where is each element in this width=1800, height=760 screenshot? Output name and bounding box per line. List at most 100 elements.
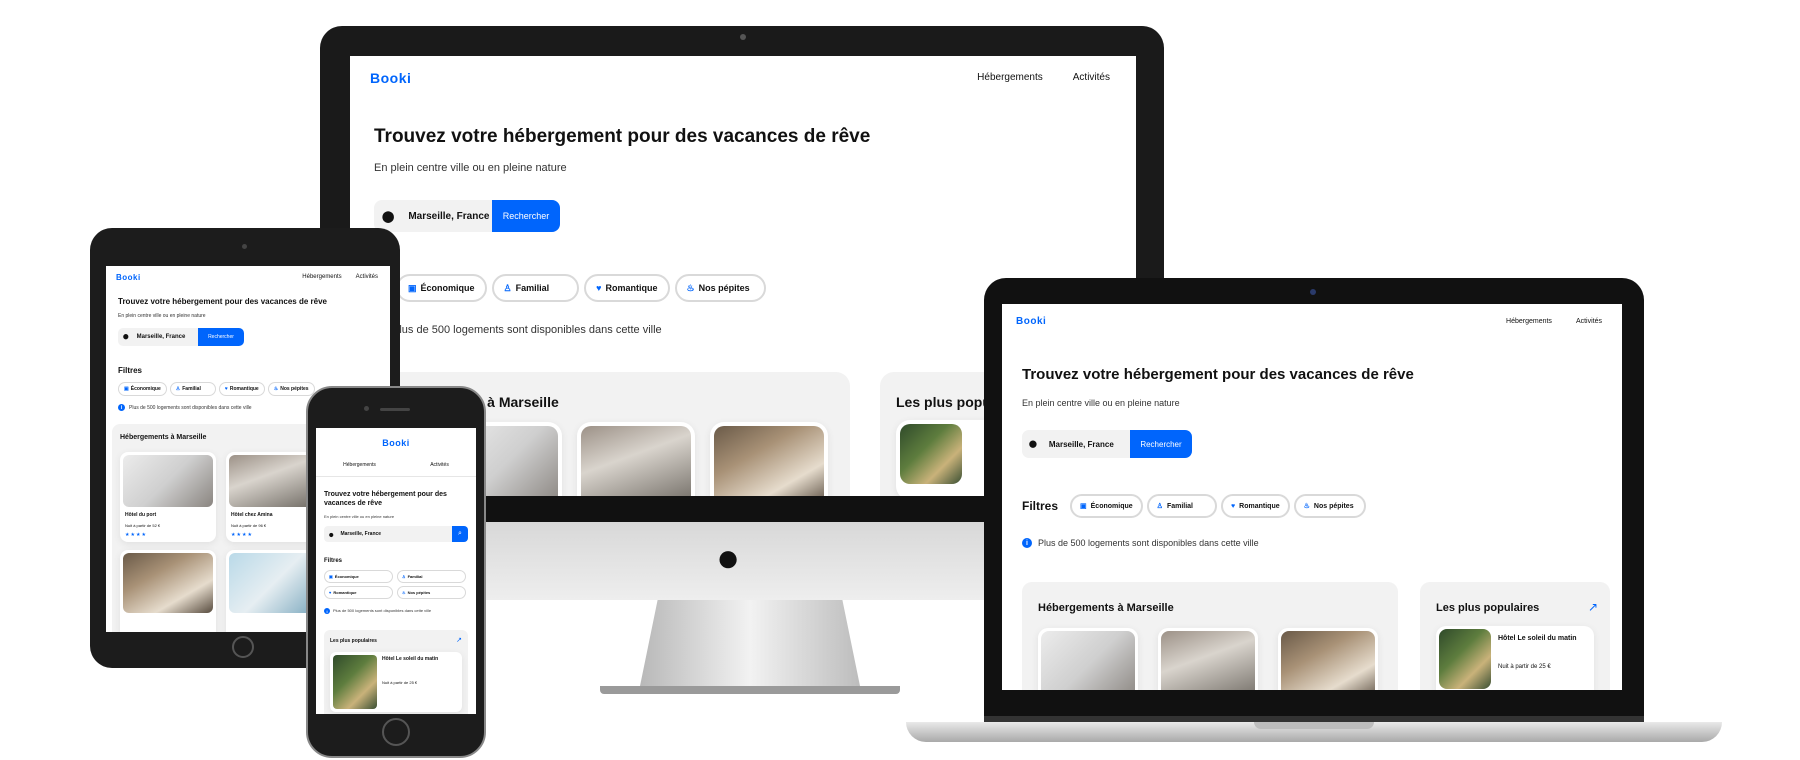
nav-link-activites[interactable]: Activités	[356, 274, 378, 280]
lodging-panel: Hébergements à Marseille	[1022, 582, 1398, 690]
main-nav: Hébergements Activités	[302, 274, 378, 280]
popular-price: Nuit à partir de 25 €	[382, 680, 418, 685]
child-icon: ♙	[175, 386, 181, 392]
child-icon: ♙	[1156, 503, 1163, 510]
search-input-value: Marseille, France	[1048, 439, 1114, 449]
search-button[interactable]: Rechercher	[1130, 430, 1192, 458]
search-input[interactable]: ⬤ Marseille, France	[324, 526, 452, 542]
search-input[interactable]: ⬤ Marseille, France	[118, 328, 198, 346]
fire-icon: ♨	[1303, 503, 1310, 510]
filters-row: Filtres ▣Économique ♙Familial ♥Romantiqu…	[350, 274, 766, 302]
hero-title: Trouvez votre hébergement pour des vacan…	[1022, 366, 1414, 383]
search-input[interactable]: ⬤ Marseille, France	[1022, 430, 1130, 458]
filter-nos-pepites[interactable]: ♨ Nos pépites	[397, 586, 466, 599]
search-bar: ⬤ Marseille, France Rechercher	[1022, 430, 1192, 458]
nav-link-hebergements[interactable]: Hébergements	[302, 274, 341, 280]
search-button[interactable]: Rechercher	[492, 200, 560, 232]
lodging-card[interactable]	[120, 550, 216, 632]
nav-link-hebergements[interactable]: Hébergements	[1506, 318, 1552, 325]
logo[interactable]: Booki	[116, 273, 141, 282]
nav-link-activites[interactable]: Activités	[1576, 318, 1602, 325]
tablet-home-button[interactable]	[232, 636, 254, 658]
info-icon: i	[118, 404, 125, 411]
imac-foot	[600, 686, 900, 694]
lodging-section-title: Hébergements à Marseille	[1038, 602, 1174, 614]
popular-section-title: Les plus populaires	[330, 638, 377, 644]
info-line: i Plus de 500 logements sont disponibles…	[1022, 538, 1259, 548]
location-pin-icon: ⬤	[123, 334, 129, 340]
logo[interactable]: Booki	[370, 70, 411, 86]
nav-link-activites[interactable]: Activités	[430, 462, 449, 468]
filter-familial[interactable]: ♙ Familial	[397, 570, 466, 583]
main-nav: Hébergements Activités	[977, 72, 1110, 83]
popular-panel: Les plus populaires ↗ Hôtel Le soleil du…	[324, 630, 468, 714]
info-text: Plus de 500 logements sont disponibles d…	[129, 404, 252, 411]
search-input[interactable]: ⬤ Marseille, France	[374, 200, 492, 232]
nav-link-activites[interactable]: Activités	[1073, 72, 1110, 83]
trend-chart-icon: ↗	[1587, 600, 1598, 614]
lodging-card[interactable]	[1038, 628, 1138, 690]
popular-section-title: Les plus populaires	[1436, 602, 1540, 614]
apple-logo-icon: ●	[716, 536, 741, 580]
heart-icon: ♥	[596, 283, 602, 293]
filter-economique[interactable]: ▣ Économique	[1070, 494, 1143, 518]
filter-familial[interactable]: ♙ Familial	[169, 382, 216, 396]
filter-romantique[interactable]: ♥ Romantique	[218, 382, 265, 396]
search-input-value: Marseille, France	[340, 531, 382, 537]
filters-grid: ▣ Économique ♙ Familial ♥ Romantique ♨ Nos p…	[324, 570, 470, 599]
filter-romantique[interactable]: ♥ Romantique	[584, 274, 670, 302]
filter-nos-pepites[interactable]: ♨ Nos pépites	[267, 382, 315, 396]
lodging-price: Nuit à partir de 96 €	[231, 523, 267, 528]
filters-row: Filtres ▣Économique ♙Familial ♥Romantiqu…	[1022, 494, 1366, 518]
lodging-name: Hôtel du port	[125, 512, 157, 518]
hero-title: Trouvez votre hébergement pour des vacan…	[324, 491, 447, 508]
filter-familial[interactable]: ♙ Familial	[1146, 494, 1218, 518]
lodging-card[interactable]: Hôtel du port Nuit à partir de 52 € ★★★★	[120, 452, 216, 542]
filter-nos-pepites[interactable]: ♨ Nos pépites	[674, 274, 766, 302]
logo[interactable]: Booki	[1016, 316, 1046, 327]
filter-economique[interactable]: ▣ Économique	[118, 382, 167, 396]
laptop-screen: Booki Hébergements Activités Trouvez vot…	[1002, 304, 1622, 690]
filter-nos-pepites[interactable]: ♨ Nos pépites	[1293, 494, 1366, 518]
nav-link-hebergements[interactable]: Hébergements	[343, 462, 376, 468]
filter-romantique[interactable]: ♥ Romantique	[1221, 494, 1290, 518]
main-nav: Hébergements Activités	[1506, 318, 1602, 325]
filter-romantique[interactable]: ♥ Romantique	[324, 586, 393, 599]
lodging-card[interactable]	[710, 422, 828, 496]
popular-card[interactable]: Hôtel Le soleil du matin Nuit à partir d…	[330, 652, 462, 712]
lodging-card[interactable]	[1158, 628, 1258, 690]
filter-economique[interactable]: ▣ Économique	[324, 570, 393, 583]
lodging-section-title: Hébergements à Marseille	[120, 434, 207, 441]
filter-familial[interactable]: ♙ Familial	[491, 274, 580, 302]
nav-link-hebergements[interactable]: Hébergements	[977, 72, 1043, 83]
hero-subtitle: En plein centre ville ou en pleine natur…	[324, 514, 395, 519]
money-icon: ▣	[1080, 503, 1087, 510]
lodging-price: Nuit à partir de 52 €	[125, 523, 161, 528]
location-pin-icon: ⬤	[1029, 441, 1037, 448]
fire-icon: ♨	[686, 282, 695, 293]
lodging-photo	[123, 455, 213, 507]
lodging-rating: ★★★★	[231, 532, 253, 538]
search-button[interactable]: Rechercher	[198, 328, 244, 346]
location-pin-icon: ⬤	[329, 531, 334, 537]
money-icon: ▣	[329, 574, 333, 579]
filters-label: Filtres	[324, 558, 343, 564]
child-icon: ♙	[402, 574, 406, 579]
info-line: i Plus de 500 logements sont disponibles…	[118, 404, 252, 411]
phone-screen: Booki Hébergements Activités Trouvez vot…	[316, 428, 476, 714]
filter-economique[interactable]: ▣ Économique	[396, 274, 487, 302]
popular-photo	[900, 424, 962, 484]
lodging-card[interactable]	[1278, 628, 1378, 690]
search-icon[interactable]: ⌕	[452, 526, 468, 542]
hero-subtitle: En plein centre ville ou en pleine natur…	[374, 162, 567, 174]
phone-speaker	[380, 408, 410, 411]
filters-row: ▣ Économique ♙ Familial ♥ Romantique ♨ Nos p…	[118, 382, 315, 396]
popular-photo	[333, 655, 377, 709]
filters-label: Filtres	[118, 366, 143, 375]
info-text: Plus de 500 logements sont disponibles d…	[392, 324, 662, 336]
lodging-card[interactable]	[577, 422, 695, 496]
logo[interactable]: Booki	[316, 438, 476, 448]
phone-home-button[interactable]	[382, 718, 410, 746]
search-input-value: Marseille, France	[408, 210, 490, 222]
popular-card[interactable]: Hôtel Le soleil du matin Nuit à partir d…	[1436, 626, 1594, 690]
